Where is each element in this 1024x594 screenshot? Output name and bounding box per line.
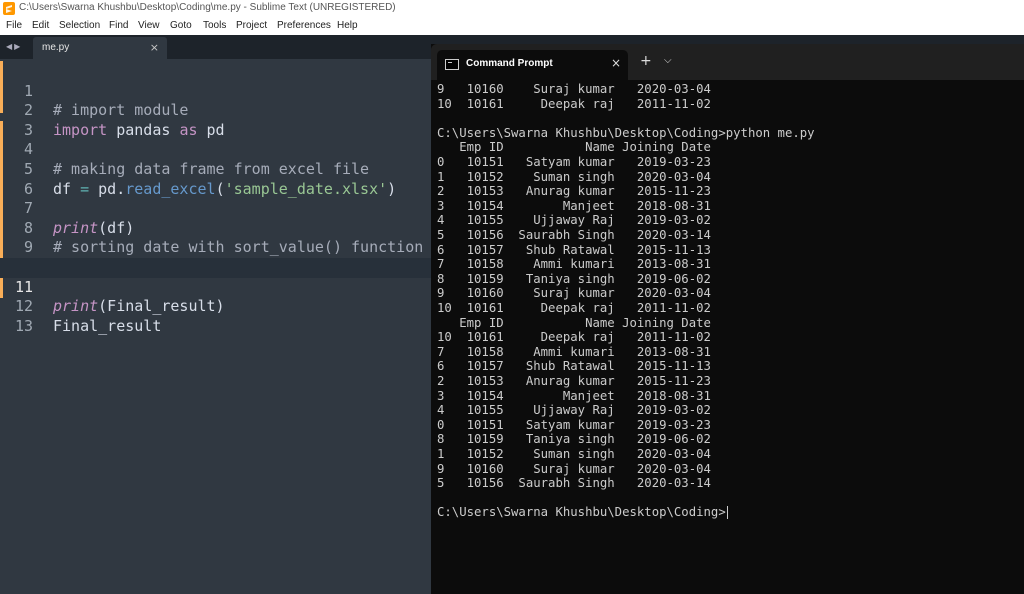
code-line: 12 Final_result (0, 278, 431, 335)
menu-help[interactable]: Help (337, 20, 358, 31)
terminal-line: 0 10151 Satyam kumar 2019-03-23 (437, 417, 711, 432)
terminal-line: 7 10158 Ammi kumari 2013-08-31 (437, 344, 711, 359)
text-cursor (726, 506, 728, 520)
terminal-line: 3 10154 Manjeet 2018-08-31 (437, 198, 711, 213)
code-line: 13 (0, 297, 431, 335)
terminal-tab-strip: Command Prompt × + ⌵ (431, 44, 1024, 80)
menu-file[interactable]: File (6, 20, 22, 31)
terminal-line: 8 10159 Taniya singh 2019-06-02 (437, 271, 711, 286)
terminal-line: 4 10155 Ujjaway Raj 2019-03-02 (437, 403, 711, 418)
terminal-line: 4 10155 Ujjaway Raj 2019-03-02 (437, 213, 711, 228)
code-line-current: 11 print(Final_result) (0, 258, 431, 315)
terminal-line: C:\Users\Swarna Khushbu\Desktop\Coding>p… (437, 125, 815, 140)
terminal-line: 3 10154 Manjeet 2018-08-31 (437, 388, 711, 403)
command-prompt-window[interactable]: Command Prompt × + ⌵ 9 10160 Suraj kumar… (431, 44, 1024, 594)
code-line: 5 df = pd.read_excel('sample_date.xlsx') (0, 140, 431, 198)
terminal-line: Emp ID Name Joining Date (437, 315, 711, 330)
menu-selection[interactable]: Selection (59, 20, 100, 31)
terminal-line: 5 10156 Saurabh Singh 2020-03-14 (437, 476, 711, 491)
code-line: 9 Final_result = df.sort_values('Joining… (0, 219, 459, 276)
close-icon[interactable]: × (611, 56, 621, 70)
terminal-line: 6 10157 Shub Ratawal 2015-11-13 (437, 242, 711, 257)
code-line: 3 (0, 101, 431, 139)
code-line: 6 (0, 160, 431, 198)
code-line: 8 # sorting date with sort_value() funct… (0, 199, 431, 257)
terminal-line: 5 10156 Saurabh Singh 2020-03-14 (437, 228, 711, 242)
terminal-line: 6 10157 Shub Ratawal 2015-11-13 (437, 359, 711, 374)
terminal-line: 2 10153 Anurag kumar 2015-11-23 (437, 374, 711, 388)
code-editor[interactable]: 1 # import module 2 import pandas as pd … (0, 59, 459, 594)
window-title: C:\Users\Swarna Khushbu\Desktop\Coding\m… (19, 2, 396, 13)
tab-me-py[interactable]: me.py × (33, 37, 167, 59)
sublime-app-icon (3, 2, 15, 15)
terminal-line: 0 10151 Satyam kumar 2019-03-23 (437, 155, 711, 169)
code-line: 4 # making data frame from excel file (0, 121, 431, 178)
menu-project[interactable]: Project (236, 20, 267, 31)
menu-tools[interactable]: Tools (203, 20, 226, 31)
menu-view[interactable]: View (138, 20, 160, 31)
terminal-line: 10 10161 Deepak raj 2011-11-02 (437, 301, 711, 315)
terminal-line: Emp ID Name Joining Date (437, 140, 711, 155)
terminal-line: 7 10158 Ammi kumari 2013-08-31 (437, 257, 711, 272)
terminal-icon (445, 59, 459, 70)
terminal-line: 10 10161 Deepak raj 2011-11-02 (437, 96, 711, 111)
terminal-line: 9 10160 Suraj kumar 2020-03-04 (437, 461, 711, 476)
menu-goto[interactable]: Goto (170, 20, 192, 31)
code-line: 2 import pandas as pd (0, 82, 431, 139)
terminal-line: 1 10152 Suman singh 2020-03-04 (437, 169, 711, 184)
terminal-line: 8 10159 Taniya singh 2019-06-02 (437, 432, 711, 447)
terminal-line: 2 10153 Anurag kumar 2015-11-23 (437, 184, 711, 199)
menu-preferences[interactable]: Preferences (277, 20, 331, 31)
chevron-down-icon[interactable]: ⌵ (664, 55, 672, 66)
menu-bar: File Edit Selection Find View Goto Tools… (0, 18, 1024, 35)
menu-find[interactable]: Find (109, 20, 128, 31)
code-line: 1 # import module (0, 62, 431, 120)
tab-command-prompt[interactable]: Command Prompt × (437, 50, 628, 80)
code-line: 7 print(df) (0, 180, 431, 237)
title-bar: C:\Users\Swarna Khushbu\Desktop\Coding\m… (0, 0, 1024, 19)
line-number: 13 (14, 316, 33, 335)
tab-nav-arrows-icon[interactable]: ◀▶ (6, 42, 22, 51)
terminal-line: 10 10161 Deepak raj 2011-11-02 (437, 330, 711, 345)
code-text: Final_result (53, 316, 162, 335)
code-line: 10 (0, 238, 431, 276)
terminal-line: 9 10160 Suraj kumar 2020-03-04 (437, 286, 711, 301)
terminal-line: 1 10152 Suman singh 2020-03-04 (437, 447, 711, 461)
terminal-line: 9 10160 Suraj kumar 2020-03-04 (437, 82, 711, 96)
terminal-prompt: C:\Users\Swarna Khushbu\Desktop\Coding> (437, 505, 726, 520)
menu-edit[interactable]: Edit (32, 20, 49, 31)
new-tab-icon[interactable]: + (640, 53, 652, 69)
tab-close-icon[interactable]: × (150, 41, 159, 54)
tab-label: me.py (42, 42, 70, 53)
terminal-tab-title: Command Prompt (466, 58, 553, 69)
terminal-prompt-line[interactable]: C:\Users\Swarna Khushbu\Desktop\Coding> (437, 505, 728, 520)
